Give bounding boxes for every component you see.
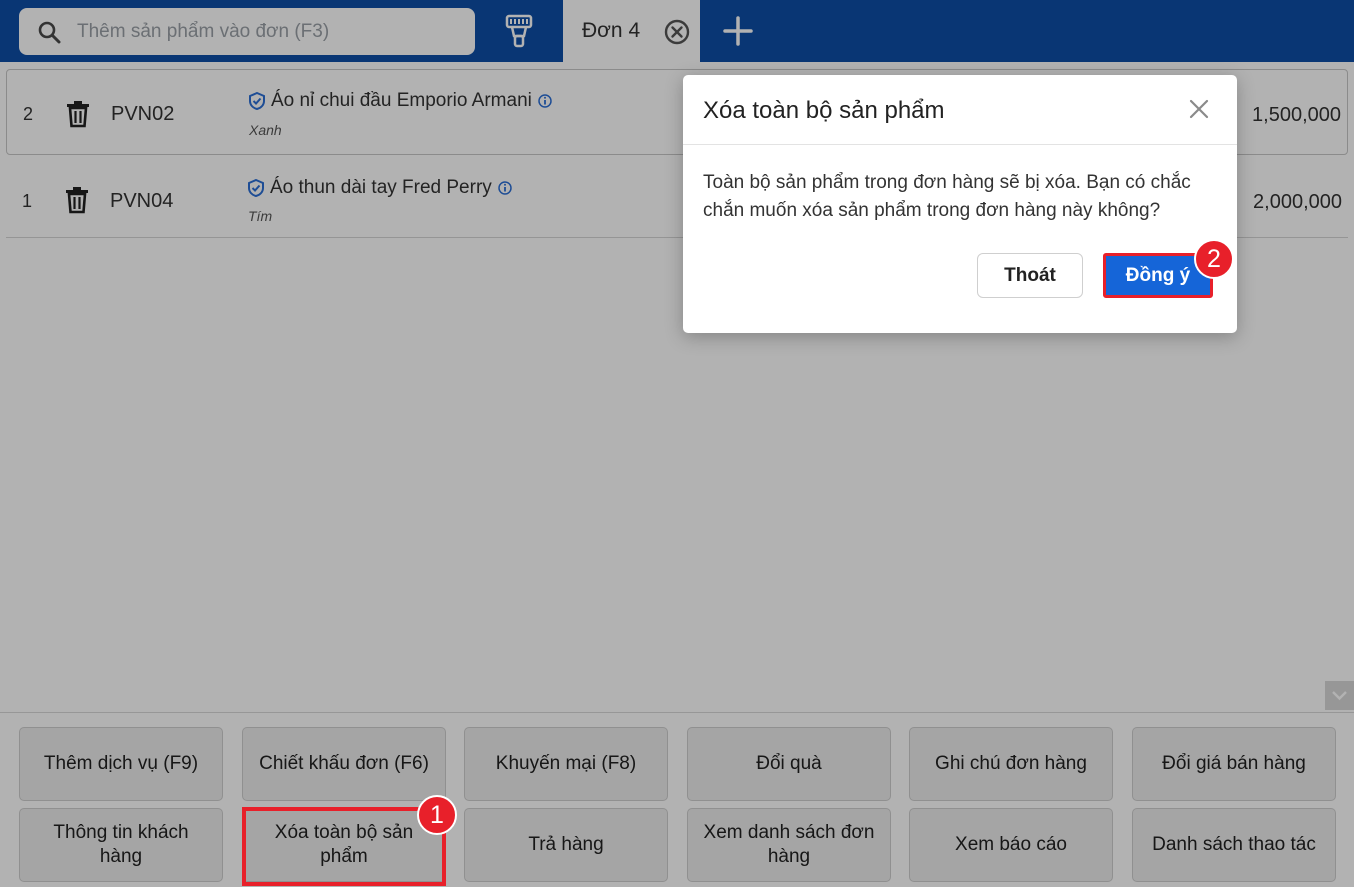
dialog-message: Toàn bộ sản phẩm trong đơn hàng sẽ bị xó… (703, 172, 1191, 221)
step-badge-2: 2 (1194, 239, 1234, 279)
dialog-title: Xóa toàn bộ sản phẩm (703, 97, 945, 124)
highlight-box-step-1 (242, 807, 446, 886)
dialog-header: Xóa toàn bộ sản phẩm (683, 75, 1237, 145)
cancel-button[interactable]: Thoát (977, 253, 1083, 298)
delete-all-confirm-dialog: Xóa toàn bộ sản phẩm Toàn bộ sản phẩm tr… (683, 75, 1237, 333)
close-icon[interactable] (1188, 98, 1210, 120)
step-badge-1: 1 (417, 795, 457, 835)
